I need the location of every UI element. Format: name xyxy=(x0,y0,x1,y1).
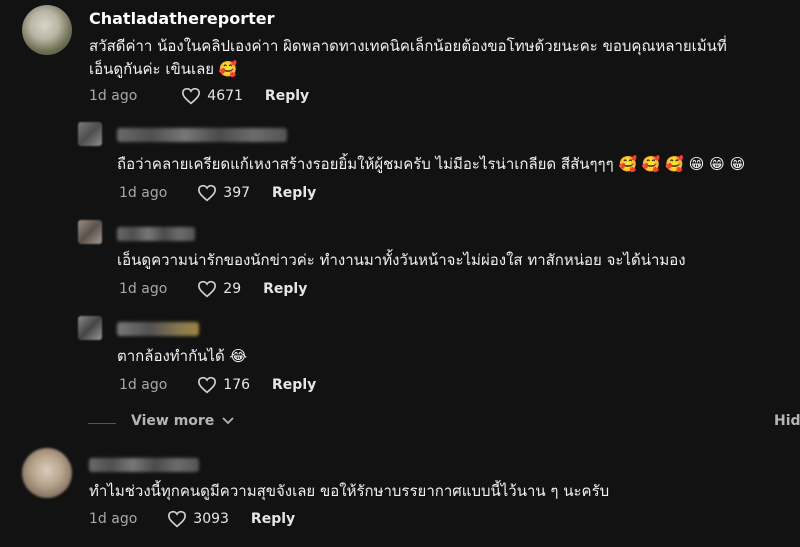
heart-icon[interactable] xyxy=(197,280,217,298)
like-count: 3093 xyxy=(193,511,229,527)
reply-button[interactable]: Reply xyxy=(263,281,307,297)
reply-date: 1d ago xyxy=(119,377,168,393)
reply-button[interactable]: Reply xyxy=(272,185,316,201)
reply-button[interactable]: Reply xyxy=(265,88,309,104)
comment-date: 1d ago xyxy=(89,511,138,527)
reply-meta: 1d ago 29 Reply xyxy=(119,280,307,298)
heart-icon[interactable] xyxy=(197,376,217,394)
blurred-username xyxy=(89,458,199,472)
reply-meta: 1d ago 176 Reply xyxy=(119,376,316,394)
view-more-label: View more xyxy=(131,413,215,429)
comment-date: 1d ago xyxy=(89,88,138,104)
chevron-down-icon xyxy=(222,417,234,425)
like-count: 4671 xyxy=(207,88,243,104)
view-more-button[interactable]: View more xyxy=(131,413,234,429)
comment-meta: 1d ago 3093 Reply xyxy=(89,510,295,528)
blurred-username xyxy=(117,322,199,336)
like-count: 397 xyxy=(223,185,251,201)
reply-text: ถือว่าคลายเครียดแก้เหงาสร้างรอยยิ้มให้ผู… xyxy=(117,155,746,173)
like-count: 29 xyxy=(223,281,242,297)
heart-icon[interactable] xyxy=(181,87,201,105)
comment-meta: 1d ago 4671 Reply xyxy=(89,87,309,105)
avatar[interactable] xyxy=(78,122,102,146)
reply-text: เอ็นดูความน่ารักของนักข่าวค่ะ ทำงานมาทั้… xyxy=(117,251,686,269)
avatar[interactable] xyxy=(78,316,102,340)
blurred-username xyxy=(117,128,287,142)
avatar[interactable] xyxy=(22,5,72,55)
avatar[interactable] xyxy=(78,220,102,244)
comment-username[interactable]: Chatladathereporter xyxy=(89,9,274,28)
divider-line xyxy=(88,423,116,424)
like-count: 176 xyxy=(223,377,251,393)
reply-date: 1d ago xyxy=(119,281,168,297)
comment-text: สวัสดีค่าา น้องในคลิปเองค่าา ผิดพลาดทางเ… xyxy=(89,37,727,55)
reply-button[interactable]: Reply xyxy=(272,377,316,393)
heart-icon[interactable] xyxy=(167,510,187,528)
reply-button[interactable]: Reply xyxy=(251,511,295,527)
comment-text-line2: เอ็นดูกันค่ะ เขินเลย 🥰 xyxy=(89,60,238,78)
reply-meta: 1d ago 397 Reply xyxy=(119,184,316,202)
reply-text: ตากล้องทำกันได้ 😂 xyxy=(117,347,247,365)
blurred-username xyxy=(117,227,195,241)
comment-text: ทำไมช่วงนี้ทุกคนดูมีความสุขจังเลย ขอให้ร… xyxy=(89,482,610,500)
heart-icon[interactable] xyxy=(197,184,217,202)
reply-date: 1d ago xyxy=(119,185,168,201)
hide-button[interactable]: Hide xyxy=(774,413,800,429)
avatar[interactable] xyxy=(22,448,72,498)
